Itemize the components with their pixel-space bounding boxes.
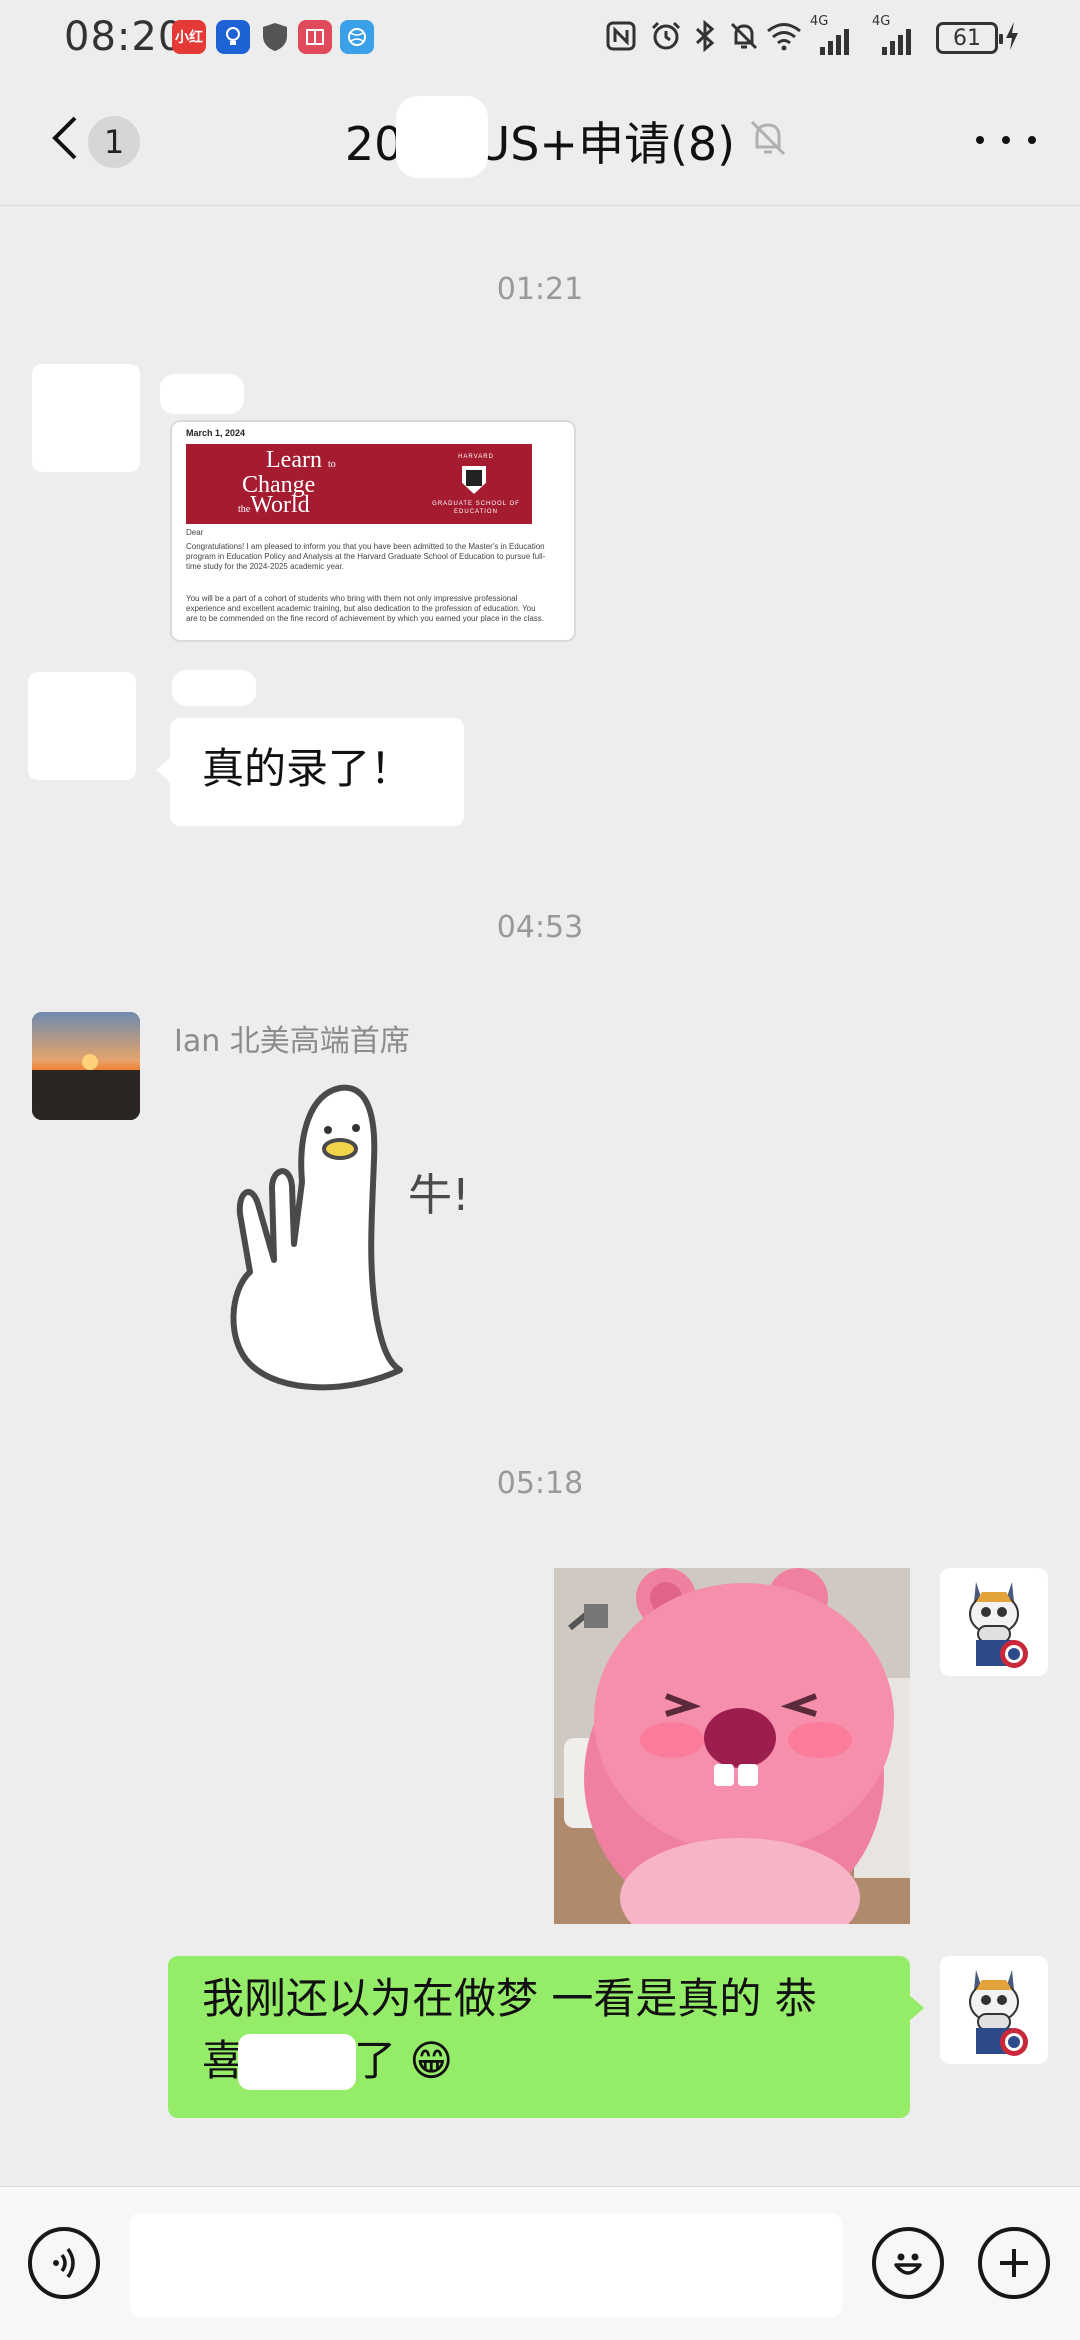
message-input[interactable] xyxy=(130,2213,842,2317)
pink-beaver-sticker[interactable] xyxy=(554,1568,910,1924)
lightbulb-app-icon xyxy=(216,20,250,54)
voice-icon xyxy=(53,2247,75,2279)
wifi-icon xyxy=(766,16,802,56)
avatar[interactable] xyxy=(32,364,140,472)
more-options-button[interactable] xyxy=(976,128,1036,152)
chat-header: 1 2024 US+申请(8) xyxy=(0,72,1080,206)
smiley-icon xyxy=(894,2253,922,2275)
emoji-button[interactable] xyxy=(872,2227,944,2299)
banner-slogan: Learn to Change theWorld xyxy=(238,447,336,518)
message-line: 我刚还以为在做梦 一看是真的 恭 xyxy=(202,1974,817,2023)
image-message[interactable]: March 1, 2024 Learn to Change theWorld H… xyxy=(170,420,576,642)
ball-app-icon xyxy=(340,20,374,54)
harvard-crest-icon xyxy=(462,466,486,494)
donkey-avatar-image xyxy=(940,1568,1048,1676)
timestamp: 01:21 xyxy=(496,272,584,307)
mute-notification-icon xyxy=(728,16,760,56)
more-functions-button[interactable] xyxy=(978,2227,1050,2299)
sender-name: Ian 北美高端首席 xyxy=(174,1024,410,1059)
timestamp: 05:18 xyxy=(496,1466,584,1501)
redaction-mask xyxy=(238,2034,356,2090)
avatar[interactable] xyxy=(32,1012,140,1120)
svg-text:牛!: 牛! xyxy=(408,1170,470,1221)
crest-label: HARVARD xyxy=(458,454,494,460)
voice-input-button[interactable] xyxy=(28,2227,100,2299)
sunset-avatar-image xyxy=(32,1012,140,1120)
cellular-signal-2-icon: 4G xyxy=(872,14,911,56)
plus-icon xyxy=(1000,2249,1028,2277)
redaction-mask xyxy=(160,374,244,414)
nfc-icon xyxy=(606,16,636,56)
my-avatar[interactable] xyxy=(940,1568,1048,1676)
status-time: 08:20 xyxy=(64,14,185,60)
message-bubble[interactable]: 我刚还以为在做梦 一看是真的 恭 喜了 😁 xyxy=(168,1956,924,2118)
avatar[interactable] xyxy=(28,672,136,780)
school-label: GRADUATE SCHOOL OF EDUCATION xyxy=(432,501,520,515)
muted-bell-icon xyxy=(750,120,786,156)
redaction-mask xyxy=(172,670,256,706)
my-avatar[interactable] xyxy=(940,1956,1048,2064)
letter-paragraph: Congratulations! I am pleased to inform … xyxy=(186,542,546,571)
harvard-banner: Learn to Change theWorld HARVARD GRADUAT… xyxy=(186,444,532,524)
bluetooth-icon xyxy=(694,16,716,56)
donkey-avatar-image xyxy=(940,1956,1048,2064)
input-bar xyxy=(0,2186,1080,2340)
letter-paragraph: You will be a part of a cohort of studen… xyxy=(186,594,544,623)
book-app-icon xyxy=(298,20,332,54)
alarm-icon xyxy=(650,16,682,56)
cellular-signal-1-icon: 4G xyxy=(810,14,849,56)
shield-icon xyxy=(258,20,292,54)
xiaohongshu-notification-icon: 小红 xyxy=(172,20,206,54)
battery-indicator: 61 xyxy=(936,22,1003,54)
message-line: 喜了 😁 xyxy=(202,2030,876,2092)
redaction-mask xyxy=(396,96,488,178)
message-bubble[interactable]: 真的录了！ xyxy=(156,718,464,826)
status-bar: 08:20 小红 4G 4G 61 xyxy=(0,0,1080,72)
chat-title: 2024 US+申请(8) xyxy=(344,117,736,171)
duck-thumbs-sticker[interactable]: 牛! xyxy=(190,1064,490,1394)
letter-salutation: Dear xyxy=(186,528,204,537)
letter-date: March 1, 2024 xyxy=(186,428,246,438)
charging-icon xyxy=(1004,16,1020,56)
timestamp: 04:53 xyxy=(496,910,584,945)
